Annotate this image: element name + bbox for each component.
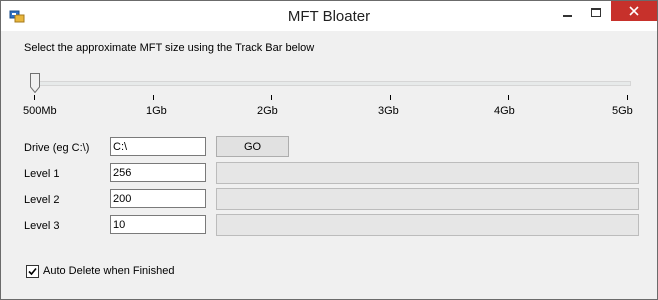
tick-label-1gb: 1Gb	[146, 105, 167, 117]
auto-delete-label[interactable]: Auto Delete when Finished	[43, 265, 174, 277]
level-3-input[interactable]	[110, 215, 206, 234]
level-1-input[interactable]	[110, 163, 206, 182]
level-2-input[interactable]	[110, 189, 206, 208]
level-2-label: Level 2	[24, 194, 60, 206]
tick-mark	[508, 95, 509, 100]
tick-label-4gb: 4Gb	[494, 105, 515, 117]
instruction-label: Select the approximate MFT size using th…	[24, 42, 315, 54]
tick-mark	[34, 95, 35, 100]
level-3-progress-bar	[216, 214, 639, 236]
tick-mark	[271, 95, 272, 100]
trackbar-thumb-icon	[30, 73, 40, 94]
minimize-button[interactable]	[554, 2, 581, 23]
drive-label: Drive (eg C:\)	[24, 142, 90, 154]
tick-mark	[153, 95, 154, 100]
tick-label-2gb: 2Gb	[257, 105, 278, 117]
tick-label-5gb: 5Gb	[612, 105, 633, 117]
close-icon	[629, 6, 639, 16]
level-3-label: Level 3	[24, 220, 60, 232]
main-window: MFT Bloater Select the approximate MFT s…	[0, 0, 658, 300]
checkmark-icon	[28, 267, 37, 276]
level-1-label: Level 1	[24, 168, 60, 180]
tick-mark	[390, 95, 391, 100]
trackbar-track[interactable]	[32, 81, 631, 86]
trackbar-thumb[interactable]	[30, 73, 40, 94]
level-1-progress-bar	[216, 162, 639, 184]
auto-delete-checkbox[interactable]	[26, 265, 39, 278]
client-area: Select the approximate MFT size using th…	[9, 32, 649, 292]
trackbar-ticks	[9, 95, 649, 101]
tick-label-3gb: 3Gb	[378, 105, 399, 117]
go-button[interactable]: GO	[216, 136, 289, 157]
minimize-icon	[563, 14, 572, 17]
drive-input[interactable]	[110, 137, 206, 156]
close-button[interactable]	[611, 1, 657, 21]
maximize-button[interactable]	[582, 2, 609, 23]
tick-label-500mb: 500Mb	[23, 105, 57, 117]
title-bar[interactable]: MFT Bloater	[1, 1, 657, 31]
maximize-icon	[590, 8, 601, 17]
level-2-progress-bar	[216, 188, 639, 210]
tick-mark	[627, 95, 628, 100]
